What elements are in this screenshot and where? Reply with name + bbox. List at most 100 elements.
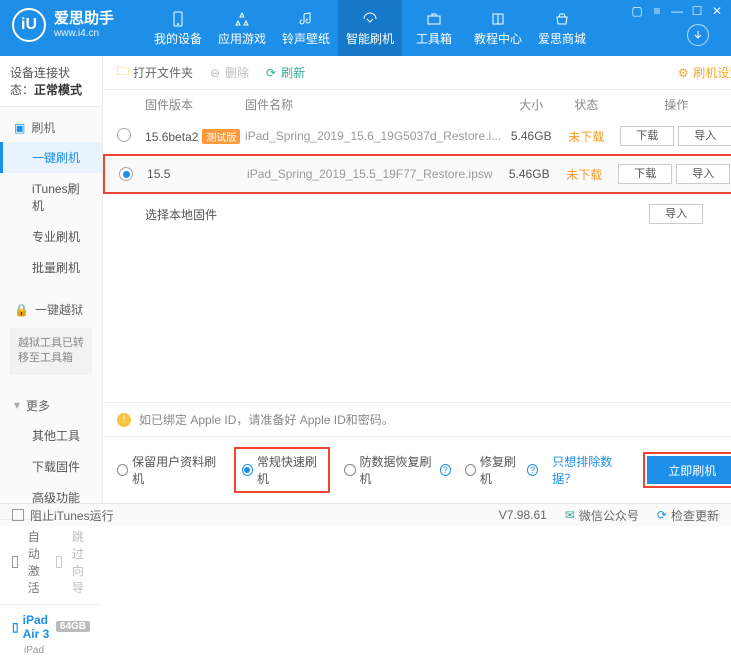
lock-icon: 🔒 xyxy=(14,303,29,317)
nav-label: 我的设备 xyxy=(154,30,202,47)
theme-button[interactable]: ▢ xyxy=(629,4,645,18)
sidebar-head-jailbreak[interactable]: 🔒一键越狱 xyxy=(0,295,102,324)
gear-icon: ⚙ xyxy=(677,67,689,79)
nav-my-device[interactable]: 我的设备 xyxy=(146,0,210,56)
nav-toolbox[interactable]: 工具箱 xyxy=(402,0,466,56)
wechat-link[interactable]: ✉微信公众号 xyxy=(565,507,639,524)
skip-guide-checkbox[interactable]: 跳过向导 xyxy=(56,528,90,596)
device-storage-badge: 64GB xyxy=(56,621,90,632)
fw-status: 未下载 xyxy=(561,128,611,145)
auto-activate-row: 自动激活 跳过向导 xyxy=(0,519,102,604)
auto-activate-checkbox[interactable]: 自动激活 xyxy=(12,528,46,596)
open-folder-button[interactable]: 🗀打开文件夹 xyxy=(117,64,193,81)
minimize-button[interactable]: — xyxy=(669,4,685,18)
firmware-row[interactable]: 15.6beta2 测试版 iPad_Spring_2019_15.6_19G50… xyxy=(103,118,731,154)
store-icon xyxy=(553,10,571,28)
delete-icon: ⊖ xyxy=(209,67,221,79)
brand-logo-icon: iU xyxy=(12,8,46,42)
toolbar: 🗀打开文件夹 ⊖删除 ⟳刷新 ⚙刷机设置 xyxy=(103,56,731,90)
import-local-button[interactable]: 导入 xyxy=(649,204,703,224)
device-panel[interactable]: ▯iPad Air 364GB iPad xyxy=(0,604,102,664)
help-icon[interactable]: ? xyxy=(440,464,451,476)
nav-apps[interactable]: 应用游戏 xyxy=(210,0,274,56)
footer: 阻止iTunes运行 V7.98.61 ✉微信公众号 ⟳检查更新 xyxy=(0,503,731,526)
download-button[interactable]: 下载 xyxy=(620,126,674,146)
check-update-link[interactable]: ⟳检查更新 xyxy=(657,507,719,524)
flash-settings-button[interactable]: ⚙刷机设置 xyxy=(677,64,731,81)
sidebar-head-flash[interactable]: ▣刷机 xyxy=(0,113,102,142)
flash-now-button[interactable]: 立即刷机 xyxy=(647,456,731,484)
sidebar-head-more[interactable]: ▾更多 xyxy=(0,391,102,420)
opt-normal-flash[interactable]: 常规快速刷机 xyxy=(234,447,331,493)
nav-label: 教程中心 xyxy=(474,30,522,47)
nav-label: 铃声壁纸 xyxy=(282,30,330,47)
main-panel: 🗀打开文件夹 ⊖删除 ⟳刷新 ⚙刷机设置 固件版本 固件名称 大小 状态 操作 … xyxy=(103,56,731,503)
close-button[interactable]: ✕ xyxy=(709,4,725,18)
sidebar-item-oneclick-flash[interactable]: 一键刷机 xyxy=(0,142,102,173)
refresh-icon: ⟳ xyxy=(265,67,277,79)
exclude-data-link[interactable]: 只想排除数据？ xyxy=(552,453,629,487)
fw-name: iPad_Spring_2019_15.6_19G5037d_Restore.i… xyxy=(245,129,501,143)
brand-url: www.i4.cn xyxy=(54,28,114,40)
warning-icon: ! xyxy=(117,413,131,427)
nav-tutorial[interactable]: 教程中心 xyxy=(466,0,530,56)
sidebar-item-download-firmware[interactable]: 下载固件 xyxy=(0,451,102,482)
download-button[interactable]: 下载 xyxy=(618,164,672,184)
nav-store[interactable]: 爱思商城 xyxy=(530,0,594,56)
device-name: iPad Air 3 xyxy=(23,613,52,641)
opt-anti-recovery[interactable]: 防数据恢复刷机? xyxy=(344,453,450,487)
menu-button[interactable]: ≡ xyxy=(649,4,665,18)
brand: iU 爱思助手 www.i4.cn xyxy=(0,0,126,50)
opt-repair-flash[interactable]: 修复刷机? xyxy=(465,453,538,487)
nav-wallpaper[interactable]: 铃声壁纸 xyxy=(274,0,338,56)
th-size: 大小 xyxy=(501,96,561,113)
maximize-button[interactable]: ☐ xyxy=(689,4,705,18)
folder-icon: 🗀 xyxy=(117,67,129,79)
radio-icon-selected[interactable] xyxy=(119,167,133,181)
fw-version: 15.6beta2 xyxy=(145,130,198,144)
appleid-notice: ! 如已绑定 Apple ID，请准备好 Apple ID和密码。 ✕ xyxy=(103,402,731,436)
refresh-button[interactable]: ⟳刷新 xyxy=(265,64,305,81)
top-nav: 我的设备 应用游戏 铃声壁纸 智能刷机 工具箱 教程中心 爱思商城 xyxy=(146,0,594,56)
notice-text: 如已绑定 Apple ID，请准备好 Apple ID和密码。 xyxy=(139,411,394,428)
download-manager-icon[interactable] xyxy=(687,24,709,46)
fw-name: iPad_Spring_2019_15.5_19F77_Restore.ipsw xyxy=(247,167,499,181)
apps-icon xyxy=(233,10,251,28)
fw-version: 15.5 xyxy=(147,167,170,181)
local-firmware-row[interactable]: 选择本地固件 导入 xyxy=(103,194,731,234)
fw-size: 5.46GB xyxy=(499,167,559,181)
fw-status: 未下载 xyxy=(559,166,609,183)
sidebar-item-other-tools[interactable]: 其他工具 xyxy=(0,420,102,451)
sidebar-item-pro-flash[interactable]: 专业刷机 xyxy=(0,221,102,252)
toolbox-icon xyxy=(425,10,443,28)
help-icon[interactable]: ? xyxy=(527,464,538,476)
sidebar: 设备连接状态：正常模式 ▣刷机 一键刷机 iTunes刷机 专业刷机 批量刷机 … xyxy=(0,56,103,503)
sidebar-item-itunes-flash[interactable]: iTunes刷机 xyxy=(0,173,102,221)
beta-badge: 测试版 xyxy=(202,129,240,144)
nav-label: 智能刷机 xyxy=(346,30,394,47)
flash-small-icon: ▣ xyxy=(14,121,25,135)
block-itunes-checkbox[interactable]: 阻止iTunes运行 xyxy=(12,507,114,524)
flash-options: 保留用户资料刷机 常规快速刷机 防数据恢复刷机? 修复刷机? 只想排除数据？ 立… xyxy=(103,436,731,503)
th-status: 状态 xyxy=(561,96,611,113)
brand-title: 爱思助手 xyxy=(54,10,114,28)
radio-icon[interactable] xyxy=(117,128,131,142)
local-firmware-label: 选择本地固件 xyxy=(145,206,217,223)
opt-keep-data[interactable]: 保留用户资料刷机 xyxy=(117,453,220,487)
import-button[interactable]: 导入 xyxy=(676,164,730,184)
delete-button[interactable]: ⊖删除 xyxy=(209,64,249,81)
th-ops: 操作 xyxy=(611,96,731,113)
firmware-row-selected[interactable]: 15.5 iPad_Spring_2019_15.5_19F77_Restore… xyxy=(103,154,731,194)
nav-label: 爱思商城 xyxy=(538,30,586,47)
sidebar-item-batch-flash[interactable]: 批量刷机 xyxy=(0,252,102,283)
import-button[interactable]: 导入 xyxy=(678,126,731,146)
jailbreak-moved-note: 越狱工具已转移至工具箱 xyxy=(10,328,92,375)
wechat-icon: ✉ xyxy=(565,508,575,522)
table-header: 固件版本 固件名称 大小 状态 操作 xyxy=(103,90,731,118)
update-icon: ⟳ xyxy=(657,508,667,522)
nav-flash[interactable]: 智能刷机 xyxy=(338,0,402,56)
version-label: V7.98.61 xyxy=(499,508,547,522)
music-icon xyxy=(297,10,315,28)
flash-icon xyxy=(361,10,379,28)
device-icon: ▯ xyxy=(12,620,19,634)
